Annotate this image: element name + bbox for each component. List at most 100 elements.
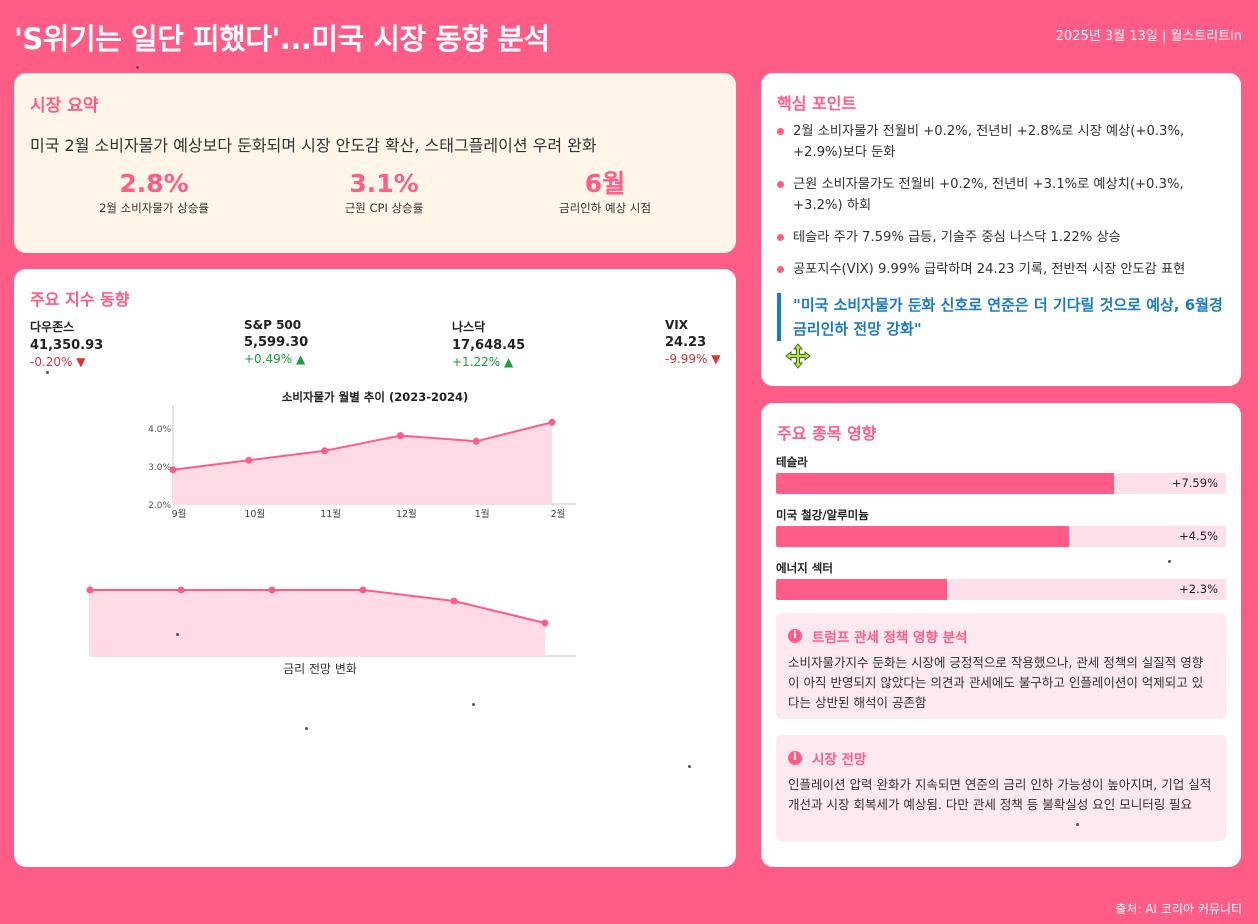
bullet-dot-icon bbox=[777, 181, 784, 188]
index-dow: 다우존스 41,350.93 -0.20% ▼ bbox=[30, 318, 103, 369]
stock-bar-energy: 에너지 섹터 +2.3% bbox=[776, 560, 1226, 600]
index-change: -0.20% ▼ bbox=[30, 355, 86, 369]
speck bbox=[46, 371, 49, 374]
stock-bar-tesla: 테슬라 +7.59% bbox=[776, 454, 1226, 494]
note-body: 소비자물가지수 둔화는 시장에 긍정적으로 작용했으나, 관세 정책의 실질적 … bbox=[788, 655, 1204, 710]
speck bbox=[1168, 560, 1171, 563]
stat-cpi: 2.8% 2월 소비자물가 상승률 bbox=[34, 169, 274, 216]
bullet-dot-icon bbox=[777, 234, 784, 241]
indices-card: 주요 지수 동향 다우존스 41,350.93 -0.20% ▼ S&P 500… bbox=[14, 269, 736, 867]
note-heading: i 트럼프 관세 정책 영향 분석 bbox=[788, 626, 1214, 646]
note-heading: i 시장 전망 bbox=[788, 748, 1214, 768]
data-point bbox=[472, 437, 480, 445]
market-outlook-note: i 시장 전망 인플레이션 압력 완화가 지속되면 연준의 금리 인하 가능성이… bbox=[776, 735, 1226, 841]
stat-label: 근원 CPI 상승률 bbox=[344, 201, 424, 215]
list-item-text: 테슬라 주가 7.59% 급등, 기술주 중심 나스닥 1.22% 상승 bbox=[793, 230, 1121, 245]
indices-title: 주요 지수 동향 bbox=[30, 290, 130, 309]
speck bbox=[176, 633, 179, 636]
stat-label: 2월 소비자물가 상승률 bbox=[99, 201, 209, 215]
list-item: 2월 소비자물가 전월비 +0.2%, 전년비 +2.8%로 시장 예상(+0.… bbox=[777, 121, 1223, 163]
speck bbox=[1076, 823, 1079, 826]
data-point bbox=[541, 619, 549, 627]
rate-outlook-chart: 금리 전망 변화 bbox=[86, 584, 576, 676]
chart-title: 소비자물가 월별 추이 (2023-2024) bbox=[282, 390, 469, 404]
info-icon: i bbox=[788, 629, 802, 643]
index-name: 나스닥 bbox=[452, 320, 486, 334]
key-points-card: 핵심 포인트 2월 소비자물가 전월비 +0.2%, 전년비 +2.8%로 시장… bbox=[761, 73, 1241, 386]
list-item-text: 2월 소비자물가 전월비 +0.2%, 전년비 +2.8%로 시장 예상(+0.… bbox=[793, 124, 1185, 160]
note-body: 인플레이션 압력 완화가 지속되면 연준의 금리 인하 가능성이 높아지며, 기… bbox=[788, 777, 1212, 812]
bar-track: +2.3% bbox=[776, 579, 1226, 600]
index-name: S&P 500 bbox=[244, 318, 302, 332]
stat-value: 3.1% bbox=[349, 169, 419, 198]
stat-rate-cut: 6월 금리인하 예상 시점 bbox=[485, 169, 725, 216]
data-point bbox=[321, 447, 329, 455]
data-point bbox=[177, 586, 185, 594]
stock-name: 미국 철강/알루미늄 bbox=[776, 508, 869, 522]
market-summary-card: 시장 요약 미국 2월 소비자물가 예상보다 둔화되며 시장 안도감 확산, 스… bbox=[14, 73, 736, 253]
index-name: 다우존스 bbox=[30, 320, 75, 334]
tariff-analysis-note: i 트럼프 관세 정책 영향 분석 소비자물가지수 둔화는 시장에 긍정적으로 … bbox=[776, 613, 1226, 719]
y-tick-label: 2.0% bbox=[148, 501, 171, 511]
stock-name: 에너지 섹터 bbox=[776, 561, 833, 575]
data-point bbox=[268, 586, 276, 594]
data-point bbox=[169, 466, 177, 474]
move-cursor-icon bbox=[785, 343, 811, 369]
key-points-title: 핵심 포인트 bbox=[777, 94, 857, 113]
speck bbox=[305, 727, 308, 730]
index-price: 41,350.93 bbox=[30, 338, 104, 353]
bar-track: +7.59% bbox=[776, 473, 1226, 494]
index-name: VIX bbox=[665, 318, 689, 332]
list-item: 공포지수(VIX) 9.99% 급락하며 24.23 기록, 전반적 시장 안도… bbox=[777, 259, 1223, 280]
data-point bbox=[359, 586, 367, 594]
info-icon: i bbox=[788, 751, 802, 765]
index-change: +1.22% ▲ bbox=[452, 355, 514, 369]
note-title: 트럼프 관세 정책 영향 분석 bbox=[812, 630, 968, 646]
key-points-list: 2월 소비자물가 전월비 +0.2%, 전년비 +2.8%로 시장 예상(+0.… bbox=[777, 121, 1223, 291]
summary-title: 시장 요약 bbox=[30, 96, 99, 116]
summary-headline: 미국 2월 소비자물가 예상보다 둔화되며 시장 안도감 확산, 스태그플레이션… bbox=[30, 136, 597, 155]
index-change: -9.99% ▼ bbox=[665, 352, 721, 366]
x-tick-label: 12월 bbox=[396, 508, 417, 520]
stat-core-cpi: 3.1% 근원 CPI 상승률 bbox=[264, 169, 504, 216]
list-item: 테슬라 주가 7.59% 급등, 기술주 중심 나스닥 1.22% 상승 bbox=[777, 227, 1223, 248]
index-sp500: S&P 500 5,599.30 +0.49% ▲ bbox=[244, 318, 308, 366]
key-quote: "미국 소비자물가 둔화 신호로 연준은 더 기다릴 것으로 예상, 6월경 금… bbox=[777, 293, 1229, 341]
data-point bbox=[396, 432, 404, 440]
stat-value: 2.8% bbox=[119, 169, 189, 198]
list-item: 근원 소비자물가도 전월비 +0.2%, 전년비 +3.1%로 예상치(+0.3… bbox=[777, 174, 1223, 216]
x-tick-label: 2월 bbox=[551, 508, 566, 520]
index-price: 24.23 bbox=[665, 335, 707, 350]
stocks-title: 주요 종목 영향 bbox=[777, 424, 877, 443]
x-tick-label: 1월 bbox=[475, 508, 490, 520]
bullet-dot-icon bbox=[777, 266, 784, 273]
cpi-trend-chart: 소비자물가 월별 추이 (2023-2024) 2.0% 3.0% 4.0% 9월 10월… bbox=[148, 390, 576, 520]
y-tick-label: 4.0% bbox=[148, 425, 171, 435]
stocks-impact-card: 주요 종목 영향 테슬라 +7.59% 미국 철강/알루미늄 +4.5% 에너지… bbox=[761, 403, 1241, 867]
stat-value: 6월 bbox=[584, 169, 626, 198]
bar-fill bbox=[776, 579, 947, 600]
index-change: +0.49% ▲ bbox=[244, 352, 306, 366]
series-area bbox=[90, 590, 545, 656]
stock-value: +4.5% bbox=[1179, 529, 1218, 543]
bar-track: +4.5% bbox=[776, 526, 1226, 547]
source-footer: 출처: AI 코리아 커뮤니티 bbox=[1115, 902, 1242, 916]
note-title: 시장 전망 bbox=[812, 752, 867, 768]
data-point bbox=[450, 597, 458, 605]
speck bbox=[472, 703, 475, 706]
data-point bbox=[86, 586, 94, 594]
stock-name: 테슬라 bbox=[776, 455, 808, 469]
stock-bar-steel: 미국 철강/알루미늄 +4.5% bbox=[776, 507, 1226, 547]
y-tick-label: 3.0% bbox=[148, 463, 171, 473]
bar-fill bbox=[776, 473, 1114, 494]
bullet-dot-icon bbox=[777, 128, 784, 135]
list-item-text: 근원 소비자물가도 전월비 +0.2%, 전년비 +3.1%로 예상치(+0.3… bbox=[793, 177, 1184, 213]
speck bbox=[688, 765, 691, 768]
stat-label: 금리인하 예상 시점 bbox=[559, 201, 651, 215]
index-nasdaq: 나스닥 17,648.45 +1.22% ▲ bbox=[452, 318, 525, 369]
speck bbox=[136, 66, 139, 69]
x-tick-label: 9월 bbox=[172, 508, 187, 520]
list-item-text: 공포지수(VIX) 9.99% 급락하며 24.23 기록, 전반적 시장 안도… bbox=[793, 262, 1186, 277]
data-point bbox=[548, 418, 556, 426]
stock-value: +2.3% bbox=[1179, 582, 1218, 596]
